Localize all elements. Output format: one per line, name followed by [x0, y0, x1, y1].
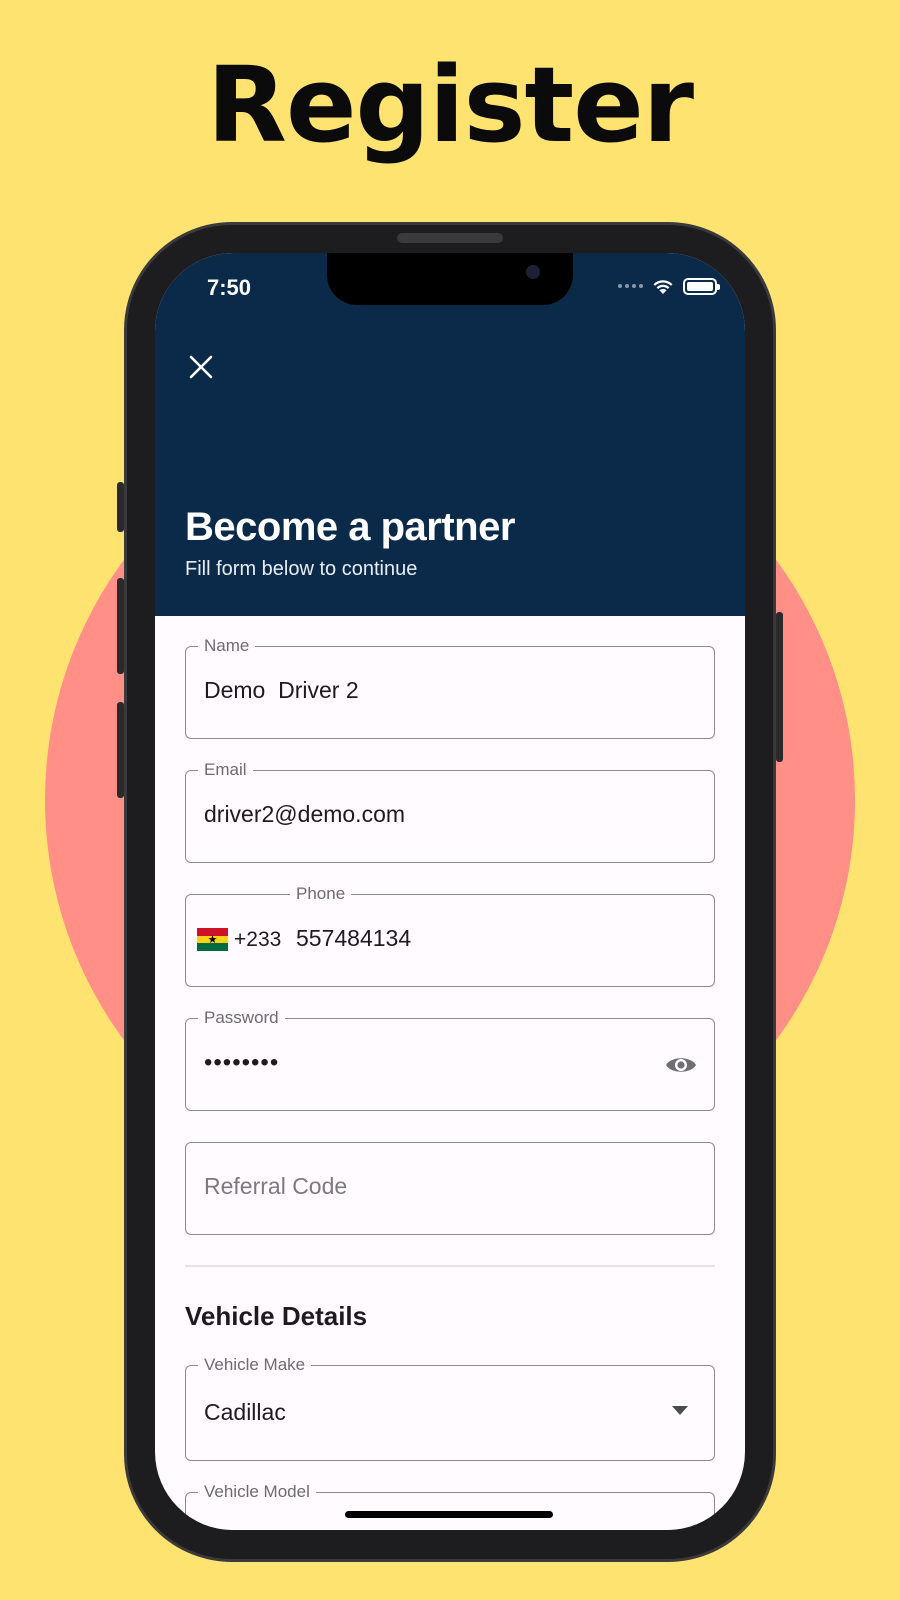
close-icon[interactable] [185, 351, 217, 383]
email-value: driver2@demo.com [204, 801, 406, 827]
phone-notch [327, 253, 573, 305]
page-title: Become a partner [185, 505, 515, 549]
name-value: Demo Driver 2 [204, 677, 359, 703]
ghana-flag-icon[interactable]: ★ [197, 928, 228, 952]
page-subtitle: Fill form below to continue [185, 558, 418, 580]
password-label: Password [198, 1008, 285, 1028]
vehicle-make-label: Vehicle Make [198, 1355, 312, 1375]
cellular-signal-icon [618, 284, 643, 288]
phone-number-value: 557484134 [296, 925, 412, 951]
vehicle-model-label: Vehicle Model [198, 1482, 316, 1502]
password-value: •••••••• [204, 1049, 280, 1076]
phone-silent-switch [117, 482, 124, 532]
wifi-icon [653, 280, 673, 294]
app-header: 7:50 Become a partner Fill form below to… [155, 253, 745, 616]
dial-code[interactable]: +233 [234, 928, 281, 952]
referral-code-placeholder: Referral Code [204, 1173, 348, 1199]
email-label: Email [198, 760, 253, 780]
phone-volume-down [117, 702, 124, 798]
phone-volume-up [117, 578, 124, 674]
phone-speaker [397, 233, 503, 243]
show-password-eye-icon[interactable] [664, 1052, 698, 1078]
promo-headline: Register [206, 44, 694, 166]
name-label: Name [198, 636, 256, 656]
phone-label: Phone [290, 884, 352, 904]
dropdown-arrow-icon[interactable] [672, 1406, 688, 1415]
home-indicator[interactable] [345, 1511, 553, 1518]
referral-code-field[interactable]: Referral Code [185, 1142, 715, 1235]
front-camera [526, 265, 540, 279]
name-field[interactable]: Name Demo Driver 2 [185, 636, 715, 739]
section-divider [185, 1265, 715, 1267]
app-screen: 7:50 Become a partner Fill form below to… [155, 253, 745, 1530]
vehicle-make-select[interactable]: Vehicle Make Cadillac [185, 1355, 715, 1461]
phone-field[interactable]: Phone ★ +233 557484134 [185, 884, 715, 987]
phone-screen: 7:50 Become a partner Fill form below to… [155, 253, 745, 1530]
status-time: 7:50 [207, 275, 252, 300]
status-icons [618, 277, 720, 295]
vehicle-details-heading: Vehicle Details [185, 1301, 368, 1331]
phone-power-button [776, 612, 783, 762]
email-field[interactable]: Email driver2@demo.com [185, 760, 715, 863]
password-field[interactable]: Password •••••••• [185, 1008, 715, 1111]
battery-icon [683, 277, 720, 295]
vehicle-make-value: Cadillac [204, 1399, 286, 1425]
